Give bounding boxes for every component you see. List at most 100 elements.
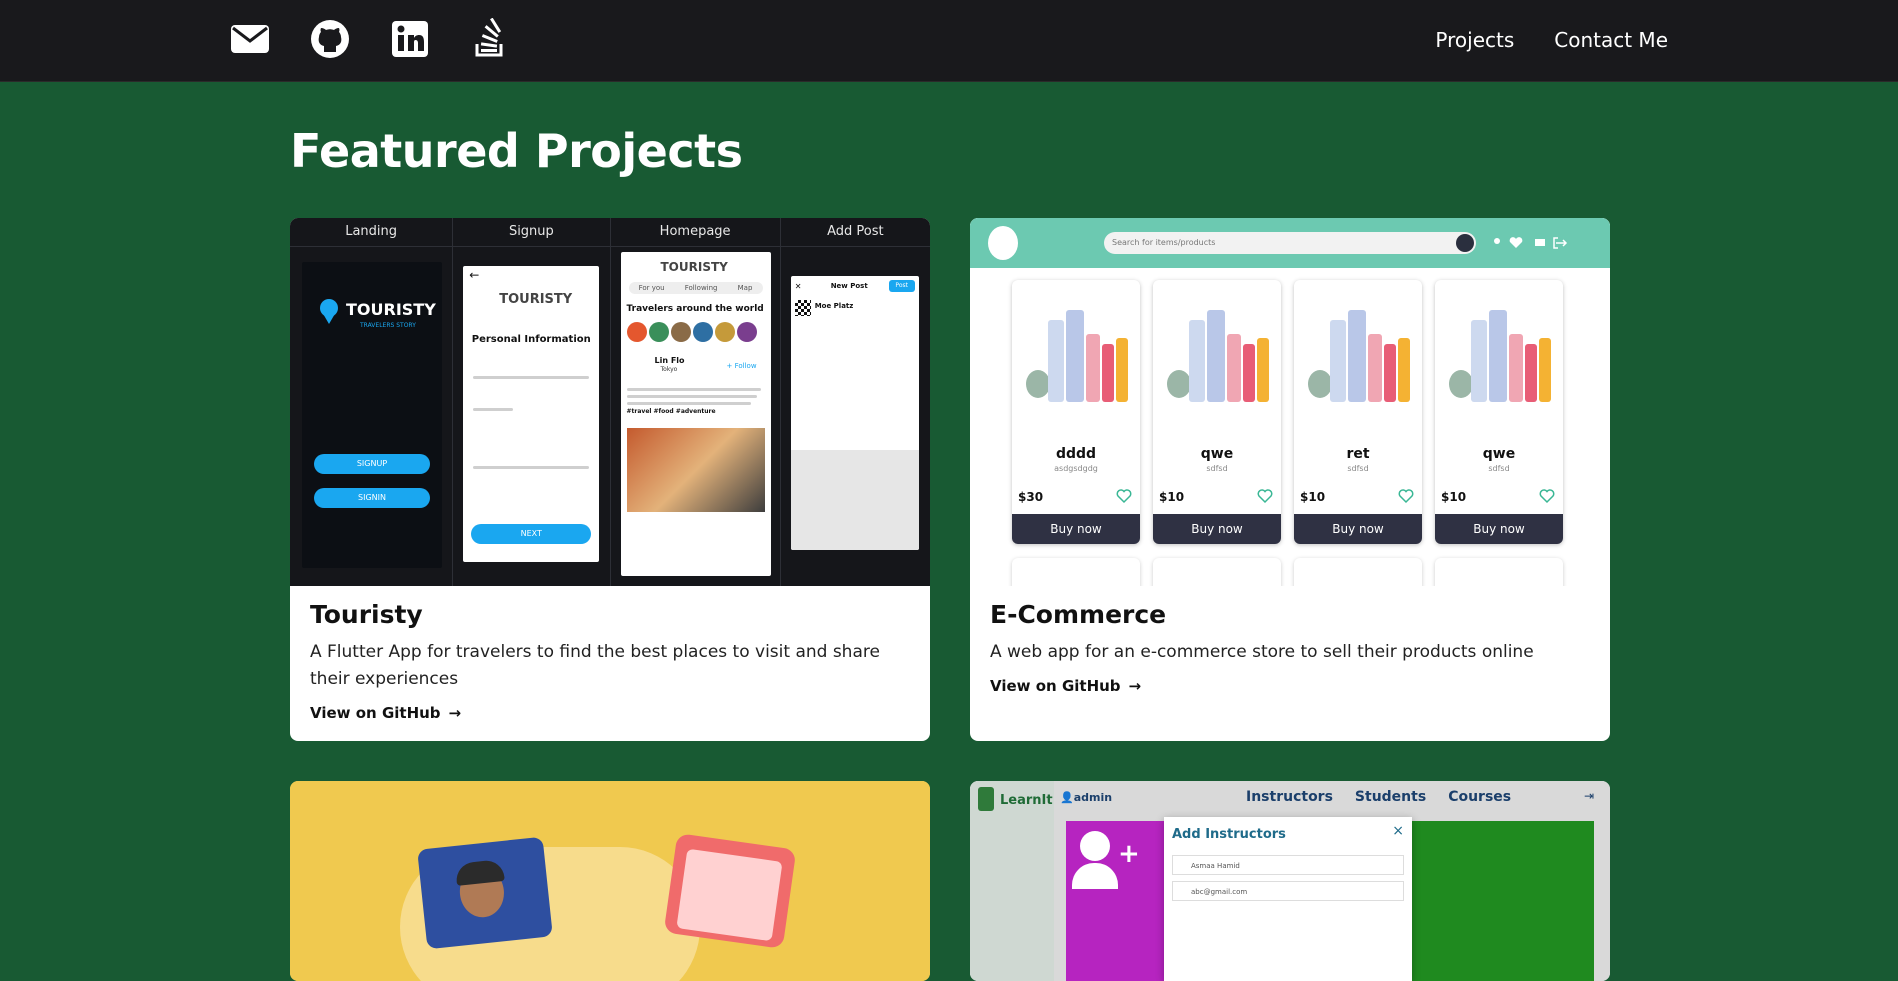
instructor-name-value: Asmaa Hamid [1191, 862, 1240, 870]
view-on-github-link[interactable]: View on GitHub → [990, 677, 1141, 695]
poster-name: Moe Platz [814, 302, 854, 310]
github-link-label: View on GitHub [310, 704, 441, 722]
landing-app-name: TOURISTY [346, 300, 436, 319]
signup-next-button[interactable]: NEXT [471, 524, 592, 544]
new-post-title: New Post [830, 282, 868, 290]
learnit-sidebar: LearnIt [970, 781, 1054, 981]
landing-signup-button[interactable]: SIGNUP [314, 454, 430, 474]
nav-courses[interactable]: Courses [1448, 789, 1511, 805]
linkedin-icon[interactable] [389, 18, 431, 60]
buy-now-button[interactable]: Buy now [1012, 514, 1140, 544]
landing-signin-button[interactable]: SIGNIN [314, 488, 430, 508]
keyboard [790, 450, 919, 550]
github-icon[interactable] [309, 18, 351, 60]
modal-title: Add Instructors [1172, 827, 1286, 842]
product-card-partial [1294, 558, 1422, 586]
project-card-touristy: Landing TOURISTY TRAVELERS STORY SIGNUP … [290, 218, 930, 741]
learnit-user-name: admin [1073, 791, 1113, 804]
homepage-screen: TOURISTY For you Following Map Travelers… [620, 252, 771, 576]
instructor-name-input[interactable]: Asmaa Hamid [1172, 855, 1404, 875]
home-app-name: TOURISTY [660, 260, 728, 274]
add-user-icon [1080, 831, 1110, 861]
github-link-label: View on GitHub [990, 677, 1121, 695]
project-card-ecommerce: Search for items/products dddd asdgsdgdg [970, 218, 1610, 741]
project-description: A web app for an e-commerce store to sel… [990, 642, 1534, 662]
favorite-heart-icon[interactable] [1116, 488, 1132, 504]
post-hashtags: #travel #food #adventure [626, 408, 716, 415]
preview-column-add-post: Add Post ✕ New Post Post Moe Platz [780, 218, 930, 586]
product-subtitle: sdfsd [1347, 464, 1369, 473]
instructor-email-value: abc@gmail.com [1191, 888, 1248, 896]
stackoverflow-icon[interactable] [469, 18, 511, 60]
search-icon[interactable] [1456, 234, 1474, 252]
tab-following[interactable]: Following [685, 282, 718, 294]
instructor-email-input[interactable]: abc@gmail.com [1172, 881, 1404, 901]
project-title: Touristy [310, 600, 423, 629]
close-icon[interactable]: × [1392, 823, 1404, 839]
back-arrow-icon: ← [469, 268, 480, 282]
store-search-input[interactable]: Search for items/products [1104, 232, 1476, 254]
follow-button[interactable]: + Follow [727, 362, 757, 370]
mail-icon[interactable] [229, 18, 271, 60]
nav-contact-link[interactable]: Contact Me [1554, 28, 1668, 52]
logout-icon[interactable]: ⇥ [1584, 789, 1594, 803]
project-card-learnit: LearnIt 👤admin Instructors Students Cour… [970, 781, 1610, 981]
preview-column-label: Add Post [780, 218, 930, 247]
product-card-partial [1435, 558, 1563, 586]
add-post-screen: ✕ New Post Post Moe Platz [790, 276, 919, 550]
poster-avatar [794, 300, 811, 316]
add-user-icon [1072, 863, 1118, 889]
favorite-heart-icon[interactable] [1257, 488, 1273, 504]
avatar [714, 322, 735, 342]
signup-app-name: TOURISTY [499, 292, 573, 307]
project-preview-image: Search for items/products dddd asdgsdgdg [970, 218, 1610, 586]
main-nav: Projects Contact Me [1435, 28, 1668, 52]
nav-projects-link[interactable]: Projects [1435, 28, 1514, 52]
tab-for-you[interactable]: For you [639, 282, 665, 294]
logout-icon[interactable] [1553, 237, 1568, 249]
user-icon: 👤 [1060, 791, 1074, 804]
arrow-right-icon: → [1128, 677, 1142, 695]
store-header-icons [1494, 237, 1568, 249]
close-icon[interactable]: ✕ [795, 282, 802, 291]
product-card[interactable]: qwe sdfsd $10 Buy now [1153, 280, 1281, 544]
learnit-tile [1412, 821, 1594, 981]
favorite-heart-icon[interactable] [1539, 488, 1555, 504]
favorite-heart-icon[interactable] [1398, 488, 1414, 504]
page-title: Featured Projects [290, 124, 743, 178]
preview-column-label: Homepage [610, 218, 780, 247]
tab-map[interactable]: Map [738, 282, 753, 294]
product-card-partial [1012, 558, 1140, 586]
nav-instructors[interactable]: Instructors [1246, 789, 1333, 805]
product-price: $10 [1159, 490, 1185, 504]
nav-students[interactable]: Students [1355, 789, 1426, 805]
project-card-3 [290, 781, 930, 981]
post-button[interactable]: Post [888, 280, 915, 292]
home-section-title: Travelers around the world [626, 304, 764, 314]
buy-now-button[interactable]: Buy now [1294, 514, 1422, 544]
signup-screen: ← TOURISTY Personal Information NEXT [463, 266, 600, 562]
form-field [473, 408, 514, 411]
product-name: dddd [1055, 446, 1097, 462]
product-card[interactable]: ret sdfsd $10 Buy now [1294, 280, 1422, 544]
cart-icon[interactable] [1535, 239, 1545, 246]
form-field [473, 466, 590, 469]
user-icon[interactable] [1494, 238, 1500, 244]
product-card[interactable]: qwe sdfsd $10 Buy now [1435, 280, 1563, 544]
post-text-line [626, 388, 761, 391]
heart-icon[interactable] [1509, 237, 1523, 248]
social-links [229, 18, 511, 60]
project-title: E-Commerce [990, 600, 1167, 629]
buy-now-button[interactable]: Buy now [1153, 514, 1281, 544]
view-on-github-link[interactable]: View on GitHub → [310, 704, 461, 722]
preview-column-label: Signup [453, 218, 610, 247]
plus-icon: + [1118, 839, 1140, 869]
learnit-user: 👤admin [1060, 791, 1112, 804]
product-price: $10 [1300, 490, 1326, 504]
product-card[interactable]: dddd asdgsdgdg $30 Buy now [1012, 280, 1140, 544]
buy-now-button[interactable]: Buy now [1435, 514, 1563, 544]
landing-tagline: TRAVELERS STORY [360, 322, 416, 329]
project-description: A Flutter App for travelers to find the … [310, 642, 880, 689]
avatar [692, 322, 713, 342]
preview-column-label: Landing [290, 218, 453, 247]
